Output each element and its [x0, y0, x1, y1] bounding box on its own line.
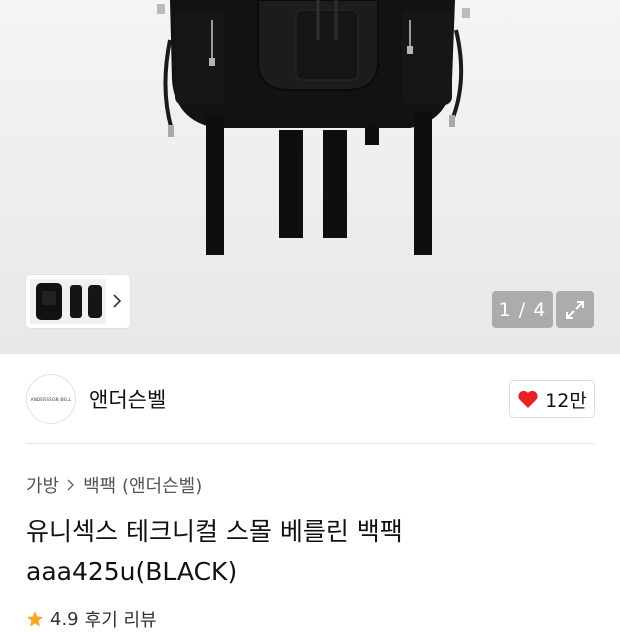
- star-icon: [27, 611, 43, 627]
- breadcrumb: 가방 백팩 (앤더슨벨): [26, 472, 202, 498]
- thumbnail-image[interactable]: [30, 279, 106, 324]
- product-title: 유니섹스 테크니컬 스몰 베를린 백팩 aaa425u(BLACK): [26, 517, 403, 586]
- rating-score: 4.9: [50, 608, 79, 630]
- expand-arrows-icon: [566, 300, 584, 319]
- brand-logo[interactable]: ANDERSSON BELL: [26, 374, 76, 424]
- like-count: 12만: [545, 389, 587, 412]
- review-label[interactable]: 후기 리뷰: [85, 606, 157, 632]
- chevron-right-icon[interactable]: [112, 291, 122, 311]
- product-image-gallery[interactable]: 1 / 4: [0, 0, 620, 354]
- chevron-right-icon: [67, 479, 75, 491]
- brand-row: ANDERSSON BELL 앤더슨벨 12만: [0, 354, 620, 444]
- thumbnail-strip[interactable]: [26, 275, 130, 328]
- brand-name[interactable]: 앤더슨벨: [89, 384, 166, 414]
- like-button[interactable]: 12만: [509, 380, 595, 418]
- image-counter: 1 / 4: [492, 291, 553, 328]
- expand-button[interactable]: [556, 291, 594, 328]
- breadcrumb-item-backpack[interactable]: 백팩 (앤더슨벨): [83, 472, 202, 498]
- heart-icon: [518, 390, 538, 408]
- rating-row[interactable]: 4.9 후기 리뷰: [26, 606, 157, 632]
- brand-logo-text: ANDERSSON BELL: [30, 396, 72, 402]
- divider: [26, 443, 594, 444]
- breadcrumb-item-bag[interactable]: 가방: [26, 472, 59, 498]
